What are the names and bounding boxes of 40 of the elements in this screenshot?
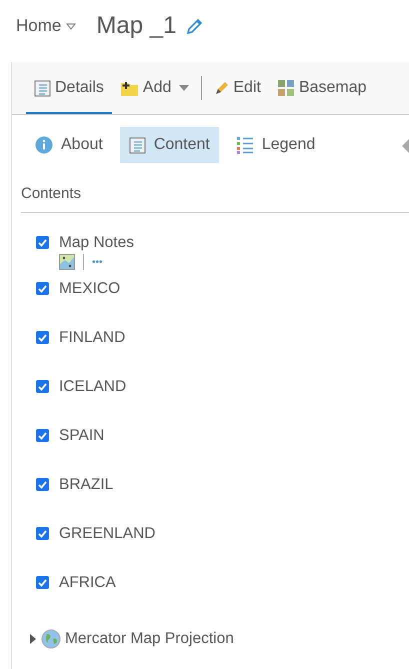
layer-name: MEXICO (59, 279, 120, 299)
layer-name: GREENLAND (59, 524, 156, 544)
map-icon[interactable] (59, 254, 75, 270)
layer-checkbox[interactable] (36, 380, 49, 393)
grid-icon (276, 79, 295, 97)
globe-icon (41, 629, 61, 649)
list-icon (236, 136, 254, 154)
layer-checkbox[interactable] (36, 282, 49, 295)
document-icon (34, 80, 51, 96)
toolbar-tab[interactable]: Edit (206, 64, 269, 114)
panel-tab[interactable]: About (26, 127, 112, 163)
map-title: Map _1 (96, 12, 176, 40)
add-folder-icon (120, 80, 139, 96)
home-menu[interactable]: Home (16, 16, 76, 36)
layer-checkbox[interactable] (36, 478, 49, 491)
layer-checkbox[interactable] (36, 527, 49, 540)
pencil-icon[interactable] (186, 17, 204, 35)
collapse-handle-icon[interactable] (402, 139, 409, 153)
toolbar-tab[interactable]: Basemap (268, 64, 375, 114)
layer-name: Mercator Map Projection (65, 630, 234, 648)
layer-name: FINLAND (59, 328, 126, 348)
panel-tab[interactable]: Legend (226, 127, 324, 163)
layer-name: BRAZIL (59, 475, 114, 495)
layer-checkbox[interactable] (36, 576, 49, 589)
toolbar-tab[interactable]: Add (112, 64, 198, 114)
layer-name: AFRICA (59, 573, 116, 593)
caret-icon (66, 22, 76, 30)
layer-name: SPAIN (59, 426, 104, 446)
info-icon (35, 136, 53, 154)
panel-tab[interactable]: Content (120, 127, 219, 163)
toolbar-tab[interactable]: Details (26, 64, 112, 114)
layer-name: ICELAND (59, 377, 126, 397)
layer-name: Map Notes (59, 233, 134, 253)
expand-arrow-icon[interactable] (30, 634, 37, 644)
contents-heading: Contents (21, 185, 409, 213)
pencil-icon (214, 80, 230, 96)
document-icon (128, 136, 146, 154)
layer-checkbox[interactable] (36, 331, 49, 344)
layer-checkbox[interactable] (36, 429, 49, 442)
layer-checkbox[interactable] (36, 236, 49, 249)
